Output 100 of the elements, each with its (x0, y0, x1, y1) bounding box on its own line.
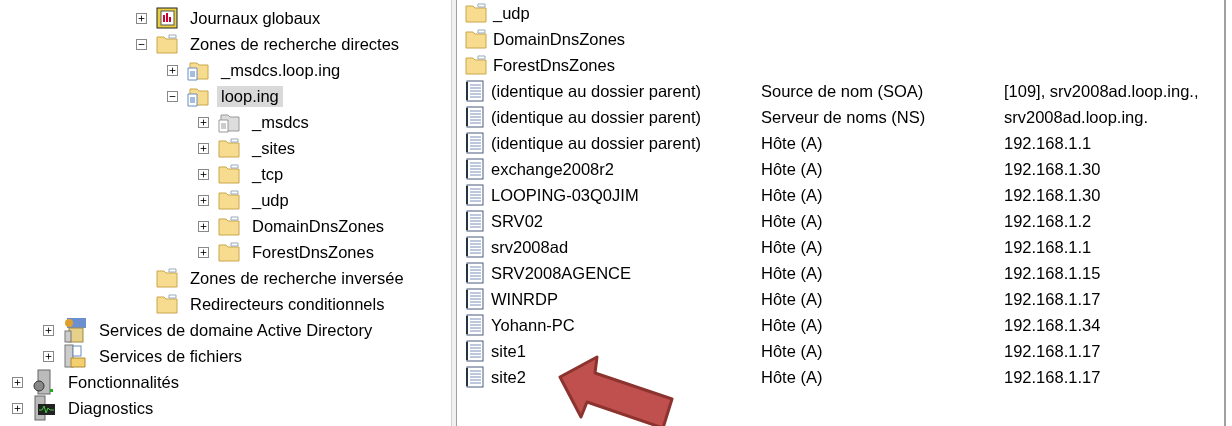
record-name[interactable]: srv2008ad (491, 237, 761, 257)
record-name[interactable]: site2 (491, 367, 761, 387)
expand-icon[interactable] (12, 376, 23, 388)
tree-item[interactable]: Journaux globaux (186, 7, 325, 29)
record-type: Hôte (A) (761, 159, 824, 179)
folder-icon (465, 3, 487, 23)
record-data: 192.168.1.30 (1004, 159, 1101, 179)
tree-item[interactable]: _tcp (248, 163, 288, 185)
expand-icon[interactable] (198, 246, 209, 258)
folder-icon (156, 294, 178, 314)
directory-services-icon (63, 317, 87, 343)
record-type: Hôte (A) (761, 315, 824, 335)
record-icon (465, 106, 485, 128)
tree-item[interactable]: Zones de recherche inversée (186, 267, 408, 289)
record-icon (465, 340, 485, 362)
tree-item[interactable]: DomainDnsZones (248, 215, 389, 237)
record-icon (465, 184, 485, 206)
tree-item[interactable]: _msdcs (248, 111, 313, 133)
record-icon (465, 262, 485, 284)
folder-icon (156, 34, 178, 54)
folder-icon (218, 164, 240, 184)
diagnostics-icon (32, 395, 56, 421)
record-name[interactable]: SRV2008AGENCE (491, 263, 761, 283)
record-type: Hôte (A) (761, 237, 824, 257)
zone-folder-icon (218, 111, 240, 133)
folder-icon (218, 190, 240, 210)
record-data: 192.168.1.30 (1004, 185, 1101, 205)
record-name[interactable]: site1 (491, 341, 761, 361)
folder-icon (218, 242, 240, 262)
tree-item[interactable]: _sites (248, 137, 300, 159)
collapse-icon[interactable] (136, 38, 147, 50)
record-icon (465, 132, 485, 154)
tree-item[interactable]: _udp (248, 189, 293, 211)
record-type: Hôte (A) (761, 211, 824, 231)
tree-item[interactable]: _msdcs.loop.ing (217, 59, 345, 81)
folder-icon (156, 268, 178, 288)
tree-item[interactable]: loop.ing (217, 85, 283, 107)
zone-folder-icon (187, 85, 209, 107)
record-icon (465, 236, 485, 258)
log-book-icon (156, 7, 178, 29)
folder-name[interactable]: ForestDnsZones (493, 55, 763, 75)
folder-icon (218, 216, 240, 236)
record-icon (465, 288, 485, 310)
record-icon (465, 158, 485, 180)
record-type: Hôte (A) (761, 263, 824, 283)
record-type: Hôte (A) (761, 341, 824, 361)
expand-icon[interactable] (198, 142, 209, 154)
record-icon (465, 366, 485, 388)
expand-icon[interactable] (198, 168, 209, 180)
record-name[interactable]: WINRDP (491, 289, 761, 309)
file-server-icon (63, 343, 87, 369)
record-name[interactable]: Yohann-PC (491, 315, 761, 335)
record-type: Hôte (A) (761, 367, 824, 387)
collapse-icon[interactable] (167, 90, 178, 102)
record-data: [109], srv2008ad.loop.ing., (1004, 81, 1199, 101)
expand-icon[interactable] (43, 350, 54, 362)
expand-icon[interactable] (167, 64, 178, 76)
expand-icon[interactable] (198, 194, 209, 206)
record-type: Source de nom (SOA) (761, 81, 925, 101)
folder-icon (465, 55, 487, 75)
record-name[interactable]: LOOPING-03Q0JIM (491, 185, 761, 205)
tree-item[interactable]: Services de fichiers (95, 345, 247, 367)
server-features-icon (32, 369, 56, 395)
expand-icon[interactable] (198, 220, 209, 232)
record-name[interactable]: (identique au dossier parent) (491, 133, 761, 153)
expand-icon[interactable] (43, 324, 54, 336)
record-name[interactable]: (identique au dossier parent) (491, 81, 761, 101)
record-name[interactable]: SRV02 (491, 211, 761, 231)
record-data: 192.168.1.15 (1004, 263, 1101, 283)
record-name[interactable]: exchange2008r2 (491, 159, 761, 179)
record-data: 192.168.1.34 (1004, 315, 1101, 335)
record-data: 192.168.1.1 (1004, 237, 1092, 257)
folder-name[interactable]: _udp (493, 3, 763, 23)
zone-folder-icon (187, 59, 209, 81)
folder-icon (218, 138, 240, 158)
expand-icon[interactable] (12, 402, 23, 414)
tree-item[interactable]: Diagnostics (64, 397, 158, 419)
record-data: 192.168.1.17 (1004, 289, 1101, 309)
record-data: 192.168.1.17 (1004, 341, 1101, 361)
record-data: 192.168.1.2 (1004, 211, 1092, 231)
tree-item[interactable]: ForestDnsZones (248, 241, 378, 263)
folder-icon (465, 29, 487, 49)
expand-icon[interactable] (136, 12, 147, 24)
folder-name[interactable]: DomainDnsZones (493, 29, 763, 49)
record-type: Hôte (A) (761, 185, 824, 205)
record-data: 192.168.1.17 (1004, 367, 1101, 387)
record-name[interactable]: (identique au dossier parent) (491, 107, 761, 127)
record-icon (465, 314, 485, 336)
record-data: srv2008ad.loop.ing. (1004, 107, 1149, 127)
tree-item[interactable]: Redirecteurs conditionnels (186, 293, 389, 315)
record-icon (465, 80, 485, 102)
record-type: Hôte (A) (761, 289, 824, 309)
tree-item[interactable]: Services de domaine Active Directory (95, 319, 377, 341)
record-icon (465, 210, 485, 232)
tree-item[interactable]: Fonctionnalités (64, 371, 183, 393)
tree-item[interactable]: Zones de recherche directes (186, 33, 404, 55)
expand-icon[interactable] (198, 116, 209, 128)
record-type: Serveur de noms (NS) (761, 107, 927, 127)
record-data: 192.168.1.1 (1004, 133, 1092, 153)
record-type: Hôte (A) (761, 133, 824, 153)
